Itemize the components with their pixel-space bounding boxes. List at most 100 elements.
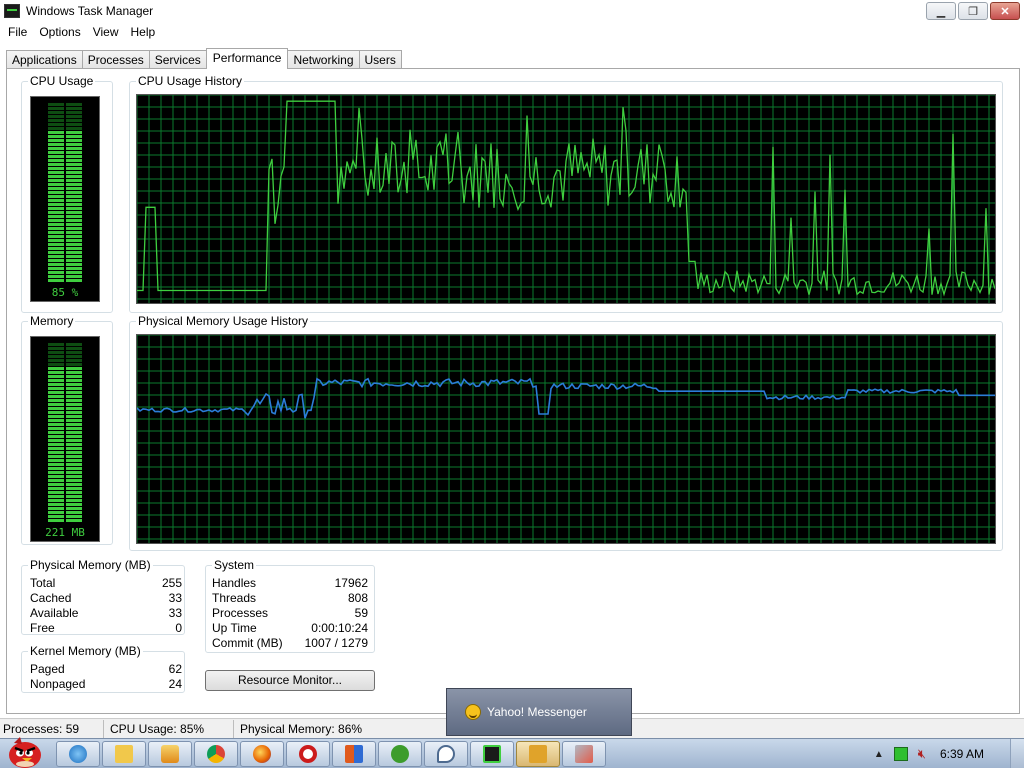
meter-segment [66,111,82,114]
clock[interactable]: 6:39 AM [940,747,984,761]
meter-segment [66,131,82,134]
meter-segment [66,387,82,390]
stat-name: Free [30,621,55,635]
taskbar-explorer[interactable] [102,741,146,767]
meter-segment [48,183,64,186]
tab-processes[interactable]: Processes [81,50,150,70]
physical-memory-stats: Total 255 Cached 33 Available 33 Free 0 [30,576,182,636]
tab-users[interactable]: Users [358,50,402,70]
stat-name: Up Time [212,621,257,635]
volume-muted-icon[interactable]: 🔇︎ [918,746,926,762]
meter-segment [48,355,64,358]
meter-segment [66,343,82,346]
maximize-button[interactable]: ❐ [958,2,988,20]
resource-monitor-button[interactable]: Resource Monitor... [205,670,375,691]
menu-view[interactable]: View [87,25,125,39]
taskbar-opera[interactable] [286,741,330,767]
memory-meter: 221 MB [30,336,100,542]
taskbar-chrome[interactable] [194,741,238,767]
taskbar-task-manager[interactable] [470,741,514,767]
kernel-memory-title: Kernel Memory (MB) [28,644,143,658]
taskbar-utorrent[interactable] [378,741,422,767]
meter-segment [48,451,64,454]
meter-segment [66,163,82,166]
meter-segment [66,459,82,462]
tab-performance[interactable]: Performance [205,48,289,69]
meter-segment [66,199,82,202]
meter-segment [66,251,82,254]
yahoo-messenger-popup[interactable]: Yahoo! Messenger [446,688,632,736]
tab-applications[interactable]: Applications [6,50,83,70]
meter-segment [66,195,82,198]
folder-icon [115,745,133,763]
tray-green-icon[interactable] [893,747,908,761]
close-button[interactable]: ✕ [990,2,1020,20]
meter-segment [66,379,82,382]
meter-segment [48,419,64,422]
status-cpu: CPU Usage: 85% [104,719,234,738]
taskbar-tool[interactable] [562,741,606,767]
meter-segment [48,131,64,134]
media-player-icon [161,745,179,763]
taskbar-internet-explorer[interactable] [56,741,100,767]
meter-segment [48,199,64,202]
meter-segment [48,407,64,410]
start-button-angry-bird-icon[interactable] [2,733,48,768]
meter-segment [48,139,64,142]
meter-segment [48,423,64,426]
stat-name: Total [30,576,56,590]
system-title: System [212,558,257,572]
meter-segment [66,419,82,422]
stat-value: 59 [354,606,368,620]
meter-segment [66,455,82,458]
cpu-usage-meter: 85 % [30,96,100,302]
stat-row: Up Time 0:00:10:24 [212,621,368,636]
meter-segment [66,355,82,358]
stat-row: Handles 17962 [212,576,368,591]
yahoo-smiley-icon [465,704,481,720]
taskbar-chat[interactable] [424,741,468,767]
show-desktop-button[interactable] [1010,739,1024,768]
menu-help[interactable]: Help [125,25,162,39]
memory-value: 221 MB [45,526,85,539]
meter-segment [66,515,82,518]
tab-networking[interactable]: Networking [287,50,360,70]
meter-segment [48,463,64,466]
stat-row: Total 255 [30,576,182,591]
menu-options[interactable]: Options [33,25,86,39]
cpu-history-graph [136,94,996,304]
taskbar-firefox[interactable] [240,741,284,767]
meter-segment [48,231,64,234]
meter-segment [66,151,82,154]
tab-services[interactable]: Services [148,50,207,70]
meter-segment [48,259,64,262]
taskbar-yahoo-messenger[interactable] [516,741,560,767]
meter-segment [66,519,82,522]
tray-expand-icon[interactable]: ▲ [874,749,884,760]
menu-file[interactable]: File [2,25,33,39]
meter-segment [66,243,82,246]
meter-segment [48,115,64,118]
meter-segment [48,479,64,482]
memory-label: Memory [28,314,76,328]
taskbar-office[interactable] [332,741,376,767]
cpu-usage-bars [48,103,82,282]
meter-segment [66,203,82,206]
meter-segment [66,171,82,174]
window-title: Windows Task Manager [26,4,154,18]
memory-history-line [136,377,995,419]
meter-segment [48,279,64,282]
meter-segment [48,223,64,226]
meter-segment [66,267,82,270]
stat-row: Available 33 [30,606,182,621]
meter-segment [48,399,64,402]
stat-name: Available [30,606,79,620]
minimize-button[interactable]: ▁ [926,2,956,20]
performance-panel: CPU Usage 85 % CPU Usage History Memory … [6,68,1020,714]
meter-segment [48,179,64,182]
stat-value: 0 [175,621,182,635]
chrome-icon [207,745,225,763]
meter-segment [48,427,64,430]
meter-segment [66,187,82,190]
taskbar-media-player[interactable] [148,741,192,767]
